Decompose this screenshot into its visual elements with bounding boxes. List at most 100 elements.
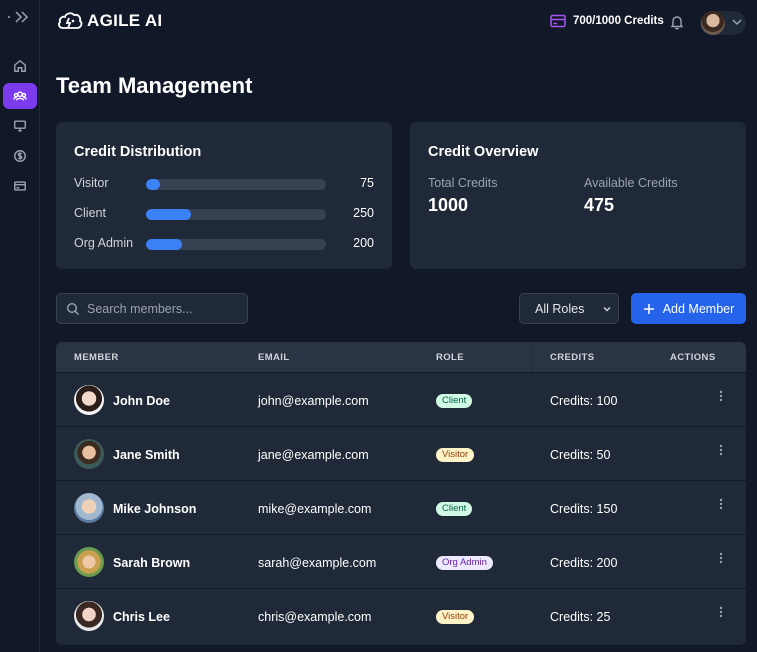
row-actions-button[interactable] — [714, 387, 728, 407]
app-name: AGILE AI — [87, 11, 163, 30]
distribution-value: 250 — [353, 206, 374, 220]
user-menu[interactable] — [700, 11, 746, 35]
member-email: sarah@example.com — [258, 556, 377, 570]
plus-icon — [643, 303, 654, 314]
role-filter-value: All Roles — [535, 302, 585, 316]
notifications-button[interactable] — [669, 14, 685, 30]
cloud-brain-logo-icon — [58, 12, 83, 29]
available-credits-label: Available Credits — [584, 176, 678, 190]
search-icon — [66, 302, 79, 315]
card-icon — [14, 181, 26, 191]
table-row[interactable]: Chris Lee chris@example.com Visitor Cred… — [56, 588, 746, 642]
add-member-label: Add Member — [662, 301, 735, 316]
member-name: John Doe — [113, 394, 170, 408]
credits-indicator[interactable]: 700/1000 Credits — [550, 14, 664, 28]
double-chevron-right-icon — [8, 11, 29, 23]
avatar — [74, 439, 104, 469]
distribution-value: 200 — [353, 236, 374, 250]
more-vertical-icon — [719, 552, 723, 564]
sidebar-item-billing[interactable] — [3, 143, 37, 169]
member-email: chris@example.com — [258, 610, 372, 624]
member-credits: Credits: 100 — [550, 394, 618, 408]
distribution-bar-track — [146, 179, 326, 190]
card-title: Credit Distribution — [74, 144, 202, 160]
table-header: MEMBER EMAIL ROLE CREDITS ACTIONS — [56, 342, 746, 372]
column-header-actions: ACTIONS — [670, 352, 716, 363]
member-credits: Credits: 200 — [550, 556, 618, 570]
more-vertical-icon — [719, 444, 723, 456]
row-actions-button[interactable] — [714, 441, 728, 461]
member-name: Sarah Brown — [113, 556, 191, 570]
column-header-role: ROLE — [436, 352, 464, 363]
expand-sidebar-button[interactable] — [6, 8, 34, 28]
distribution-row-client: Client 250 — [74, 206, 374, 222]
column-header-email: EMAIL — [258, 352, 290, 363]
column-header-credits: CREDITS — [550, 352, 595, 363]
total-credits-label: Total Credits — [428, 176, 498, 190]
distribution-bar-track — [146, 209, 326, 220]
sidebar-item-team[interactable] — [3, 83, 37, 109]
more-vertical-icon — [719, 606, 723, 618]
total-credits-value: 1000 — [428, 195, 469, 215]
member-credits: Credits: 50 — [550, 448, 611, 462]
distribution-row-visitor: Visitor 75 — [74, 176, 374, 192]
distribution-bar-track — [146, 239, 326, 250]
member-name: Mike Johnson — [113, 502, 197, 516]
credit-overview-card: Credit Overview Total Credits 1000 Avail… — [410, 122, 746, 269]
row-actions-button[interactable] — [714, 495, 728, 515]
distribution-bar-fill — [146, 179, 160, 190]
search-box — [56, 293, 248, 324]
add-member-button[interactable]: Add Member — [631, 293, 746, 324]
chevron-down-icon — [603, 307, 611, 312]
table-row[interactable]: Mike Johnson mike@example.com Client Cre… — [56, 480, 746, 534]
table-row[interactable]: John Doe john@example.com Client Credits… — [56, 372, 746, 426]
dollar-icon — [14, 150, 26, 162]
distribution-bar-fill — [146, 209, 191, 220]
member-email: jane@example.com — [258, 448, 369, 462]
distribution-label: Visitor — [74, 176, 109, 190]
search-input[interactable] — [87, 294, 242, 323]
role-filter-select[interactable]: All Roles — [519, 293, 619, 324]
card-title: Credit Overview — [428, 144, 539, 160]
avatar — [74, 601, 104, 631]
sidebar-item-monitor[interactable] — [3, 113, 37, 139]
distribution-value: 75 — [360, 176, 374, 190]
bell-icon — [670, 16, 684, 30]
table-row[interactable]: Sarah Brown sarah@example.com Org Admin … — [56, 534, 746, 588]
distribution-label: Org Admin — [74, 236, 134, 250]
role-badge: Org Admin — [436, 556, 493, 570]
team-icon — [13, 91, 27, 101]
avatar — [74, 493, 104, 523]
column-header-member: MEMBER — [74, 352, 119, 363]
role-badge: Visitor — [436, 610, 475, 624]
members-table: MEMBER EMAIL ROLE CREDITS ACTIONS John D… — [56, 342, 746, 645]
member-credits: Credits: 25 — [550, 610, 611, 624]
credit-distribution-card: Credit Distribution Visitor 75 Client 25… — [56, 122, 392, 269]
avatar — [74, 547, 104, 577]
member-email: john@example.com — [258, 394, 369, 408]
sidebar-item-payments[interactable] — [3, 173, 37, 199]
member-credits: Credits: 150 — [550, 502, 618, 516]
monitor-icon — [14, 120, 26, 132]
page-title: Team Management — [56, 73, 253, 98]
avatar — [74, 385, 104, 415]
credit-card-icon — [550, 14, 566, 28]
row-actions-button[interactable] — [714, 549, 728, 569]
app-logo[interactable]: AGILE AI — [57, 10, 162, 32]
more-vertical-icon — [719, 390, 723, 402]
chevron-down-icon — [732, 19, 742, 26]
member-email: mike@example.com — [258, 502, 372, 516]
more-vertical-icon — [719, 498, 723, 510]
table-row[interactable]: Jane Smith jane@example.com Visitor Cred… — [56, 426, 746, 480]
sidebar-item-home[interactable] — [3, 53, 37, 79]
row-actions-button[interactable] — [714, 603, 728, 623]
distribution-label: Client — [74, 206, 106, 220]
role-badge: Client — [436, 394, 473, 408]
member-name: Jane Smith — [113, 448, 180, 462]
sidebar — [0, 0, 40, 652]
home-icon — [14, 59, 26, 72]
avatar — [701, 11, 725, 35]
role-badge: Client — [436, 502, 473, 516]
member-name: Chris Lee — [113, 610, 170, 624]
available-credits-value: 475 — [584, 195, 615, 215]
